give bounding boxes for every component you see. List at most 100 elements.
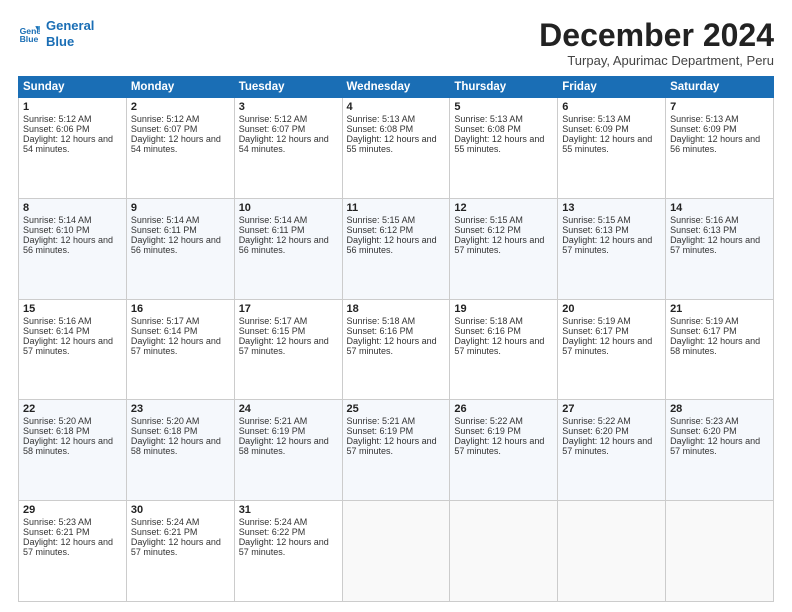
table-row: 5 Sunrise: 5:13 AM Sunset: 6:08 PM Dayli…	[450, 98, 558, 199]
day-number: 9	[131, 202, 230, 214]
sunset-label: Sunset: 6:08 PM	[454, 124, 521, 134]
day-number: 5	[454, 101, 553, 113]
daylight-label: Daylight: 12 hours and 57 minutes.	[562, 235, 652, 255]
day-number: 10	[239, 202, 338, 214]
calendar-header-row: Sunday Monday Tuesday Wednesday Thursday…	[19, 77, 774, 98]
day-number: 7	[670, 101, 769, 113]
table-row	[450, 501, 558, 602]
logo-icon: General Blue	[18, 23, 40, 45]
day-number: 28	[670, 403, 769, 415]
daylight-label: Daylight: 12 hours and 57 minutes.	[670, 436, 760, 456]
sunset-label: Sunset: 6:19 PM	[454, 426, 521, 436]
day-number: 16	[131, 303, 230, 315]
col-sunday: Sunday	[19, 77, 127, 98]
sunrise-label: Sunrise: 5:13 AM	[347, 114, 416, 124]
daylight-label: Daylight: 12 hours and 58 minutes.	[23, 436, 113, 456]
daylight-label: Daylight: 12 hours and 57 minutes.	[454, 436, 544, 456]
day-number: 12	[454, 202, 553, 214]
sunset-label: Sunset: 6:17 PM	[562, 326, 629, 336]
daylight-label: Daylight: 12 hours and 56 minutes.	[347, 235, 437, 255]
day-number: 22	[23, 403, 122, 415]
sunset-label: Sunset: 6:14 PM	[23, 326, 90, 336]
sunset-label: Sunset: 6:14 PM	[131, 326, 198, 336]
day-number: 30	[131, 504, 230, 516]
day-number: 31	[239, 504, 338, 516]
sunrise-label: Sunrise: 5:22 AM	[454, 416, 523, 426]
sunset-label: Sunset: 6:16 PM	[454, 326, 521, 336]
sunset-label: Sunset: 6:09 PM	[670, 124, 737, 134]
daylight-label: Daylight: 12 hours and 57 minutes.	[23, 537, 113, 557]
sunrise-label: Sunrise: 5:16 AM	[670, 215, 739, 225]
daylight-label: Daylight: 12 hours and 57 minutes.	[454, 336, 544, 356]
sunset-label: Sunset: 6:17 PM	[670, 326, 737, 336]
calendar-week-row: 1 Sunrise: 5:12 AM Sunset: 6:06 PM Dayli…	[19, 98, 774, 199]
day-number: 27	[562, 403, 661, 415]
table-row: 8 Sunrise: 5:14 AM Sunset: 6:10 PM Dayli…	[19, 198, 127, 299]
sunrise-label: Sunrise: 5:14 AM	[239, 215, 308, 225]
daylight-label: Daylight: 12 hours and 57 minutes.	[670, 235, 760, 255]
sunset-label: Sunset: 6:06 PM	[23, 124, 90, 134]
sunset-label: Sunset: 6:12 PM	[347, 225, 414, 235]
table-row: 24 Sunrise: 5:21 AM Sunset: 6:19 PM Dayl…	[234, 400, 342, 501]
table-row: 25 Sunrise: 5:21 AM Sunset: 6:19 PM Dayl…	[342, 400, 450, 501]
table-row: 22 Sunrise: 5:20 AM Sunset: 6:18 PM Dayl…	[19, 400, 127, 501]
calendar-week-row: 29 Sunrise: 5:23 AM Sunset: 6:21 PM Dayl…	[19, 501, 774, 602]
sunset-label: Sunset: 6:20 PM	[670, 426, 737, 436]
daylight-label: Daylight: 12 hours and 57 minutes.	[347, 336, 437, 356]
sunset-label: Sunset: 6:11 PM	[239, 225, 305, 235]
month-title: December 2024	[539, 18, 774, 53]
daylight-label: Daylight: 12 hours and 57 minutes.	[454, 235, 544, 255]
sunrise-label: Sunrise: 5:19 AM	[562, 316, 631, 326]
col-thursday: Thursday	[450, 77, 558, 98]
sunrise-label: Sunrise: 5:24 AM	[239, 517, 308, 527]
table-row: 26 Sunrise: 5:22 AM Sunset: 6:19 PM Dayl…	[450, 400, 558, 501]
table-row: 1 Sunrise: 5:12 AM Sunset: 6:06 PM Dayli…	[19, 98, 127, 199]
daylight-label: Daylight: 12 hours and 54 minutes.	[131, 134, 221, 154]
col-friday: Friday	[558, 77, 666, 98]
daylight-label: Daylight: 12 hours and 57 minutes.	[562, 436, 652, 456]
table-row: 16 Sunrise: 5:17 AM Sunset: 6:14 PM Dayl…	[126, 299, 234, 400]
day-number: 3	[239, 101, 338, 113]
sunrise-label: Sunrise: 5:23 AM	[670, 416, 739, 426]
table-row: 9 Sunrise: 5:14 AM Sunset: 6:11 PM Dayli…	[126, 198, 234, 299]
daylight-label: Daylight: 12 hours and 54 minutes.	[239, 134, 329, 154]
sunset-label: Sunset: 6:09 PM	[562, 124, 629, 134]
table-row: 7 Sunrise: 5:13 AM Sunset: 6:09 PM Dayli…	[666, 98, 774, 199]
subtitle: Turpay, Apurimac Department, Peru	[539, 53, 774, 68]
daylight-label: Daylight: 12 hours and 58 minutes.	[131, 436, 221, 456]
day-number: 20	[562, 303, 661, 315]
calendar-week-row: 15 Sunrise: 5:16 AM Sunset: 6:14 PM Dayl…	[19, 299, 774, 400]
table-row: 31 Sunrise: 5:24 AM Sunset: 6:22 PM Dayl…	[234, 501, 342, 602]
table-row: 3 Sunrise: 5:12 AM Sunset: 6:07 PM Dayli…	[234, 98, 342, 199]
col-monday: Monday	[126, 77, 234, 98]
sunset-label: Sunset: 6:16 PM	[347, 326, 414, 336]
sunrise-label: Sunrise: 5:24 AM	[131, 517, 200, 527]
table-row: 11 Sunrise: 5:15 AM Sunset: 6:12 PM Dayl…	[342, 198, 450, 299]
day-number: 18	[347, 303, 446, 315]
sunrise-label: Sunrise: 5:18 AM	[454, 316, 523, 326]
table-row: 28 Sunrise: 5:23 AM Sunset: 6:20 PM Dayl…	[666, 400, 774, 501]
sunset-label: Sunset: 6:10 PM	[23, 225, 90, 235]
sunset-label: Sunset: 6:07 PM	[131, 124, 198, 134]
calendar-table: Sunday Monday Tuesday Wednesday Thursday…	[18, 76, 774, 602]
daylight-label: Daylight: 12 hours and 58 minutes.	[239, 436, 329, 456]
daylight-label: Daylight: 12 hours and 56 minutes.	[239, 235, 329, 255]
daylight-label: Daylight: 12 hours and 57 minutes.	[23, 336, 113, 356]
title-block: December 2024 Turpay, Apurimac Departmen…	[539, 18, 774, 68]
table-row: 27 Sunrise: 5:22 AM Sunset: 6:20 PM Dayl…	[558, 400, 666, 501]
sunrise-label: Sunrise: 5:12 AM	[131, 114, 200, 124]
sunrise-label: Sunrise: 5:23 AM	[23, 517, 92, 527]
day-number: 2	[131, 101, 230, 113]
day-number: 24	[239, 403, 338, 415]
logo-line1: General	[46, 18, 94, 33]
logo-text: General Blue	[46, 18, 94, 49]
sunrise-label: Sunrise: 5:13 AM	[562, 114, 631, 124]
daylight-label: Daylight: 12 hours and 57 minutes.	[347, 436, 437, 456]
table-row: 10 Sunrise: 5:14 AM Sunset: 6:11 PM Dayl…	[234, 198, 342, 299]
table-row: 17 Sunrise: 5:17 AM Sunset: 6:15 PM Dayl…	[234, 299, 342, 400]
logo: General Blue General Blue	[18, 18, 94, 49]
sunset-label: Sunset: 6:13 PM	[562, 225, 629, 235]
sunset-label: Sunset: 6:21 PM	[131, 527, 198, 537]
daylight-label: Daylight: 12 hours and 56 minutes.	[670, 134, 760, 154]
sunrise-label: Sunrise: 5:15 AM	[347, 215, 416, 225]
